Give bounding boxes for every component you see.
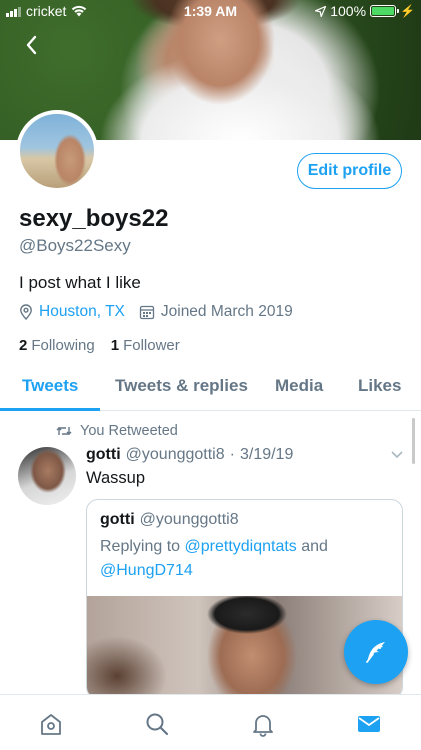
reply-mention-1[interactable]: @prettydiqntats [185,538,297,555]
user-handle: @Boys22Sexy [19,236,131,255]
tweet-separator: · [229,446,235,463]
compose-tweet-button[interactable] [344,620,408,684]
bottom-navigation [0,694,421,750]
status-right: 100% ⚡ [315,3,415,19]
messages-envelope-icon[interactable] [356,711,382,737]
status-bar: cricket 1:39 AM 100% ⚡ [0,0,421,22]
scroll-indicator [412,418,415,464]
joined-date: Joined March 2019 [160,303,293,320]
display-name: sexy_boys22 [19,205,169,232]
profile-location[interactable]: Houston, TX [39,303,125,321]
tweet-text: Wassup [86,469,145,487]
tweet-date[interactable]: 3/19/19 [240,446,293,464]
quoted-tweet-header: gotti @younggotti8 [100,511,239,529]
quoted-reply-context: Replying to @prettydiqntats and @HungD71… [100,535,390,583]
tweet-author-avatar[interactable] [18,447,76,505]
location-pin-icon [20,304,32,320]
back-chevron-icon [26,35,37,55]
edit-profile-button[interactable]: Edit profile [297,153,402,189]
profile-tabs: Tweets Tweets & replies Media Likes [0,372,421,411]
profile-bio: I post what I like [19,273,141,292]
tweet-author-name[interactable]: gotti [86,446,121,464]
tab-likes[interactable]: Likes [358,376,401,396]
tab-tweets-and-replies[interactable]: Tweets & replies [115,376,248,396]
quoted-author-name: gotti [100,511,135,528]
calendar-icon [139,305,155,320]
tab-media[interactable]: Media [275,376,323,396]
quoted-author-handle: @younggotti8 [139,511,239,528]
active-tab-indicator [0,408,100,411]
home-icon[interactable] [38,711,64,737]
tweet-author-handle[interactable]: @younggotti8 [126,446,225,464]
reply-prefix: Replying to [100,538,181,555]
tab-tweets[interactable]: Tweets [22,376,78,396]
profile-meta: Houston, TX Joined March 2019 [19,303,293,321]
retweet-context: You Retweeted [56,423,178,439]
retweet-label: You Retweeted [80,423,178,439]
battery-icon [370,5,400,17]
location-services-icon [315,5,327,17]
back-button[interactable] [24,34,48,58]
followers-label[interactable]: Follower [123,337,180,354]
reply-mention-2[interactable]: @HungD714 [100,562,193,579]
compose-feather-icon [366,642,385,663]
notifications-bell-icon[interactable] [250,711,276,737]
reply-and: and [301,538,328,555]
followers-count[interactable]: 1 [111,337,119,354]
charging-icon: ⚡ [400,4,415,18]
follow-stats: 2 Following 1 Follower [19,337,180,354]
chevron-down-icon[interactable] [389,446,405,462]
tweet-header: gotti @younggotti8 · 3/19/19 [86,446,293,464]
battery-percent: 100% [330,3,367,19]
following-count[interactable]: 2 [19,337,27,354]
following-label[interactable]: Following [31,337,94,354]
profile-avatar[interactable] [16,110,98,192]
retweet-icon [56,427,72,435]
search-icon[interactable] [144,711,170,737]
